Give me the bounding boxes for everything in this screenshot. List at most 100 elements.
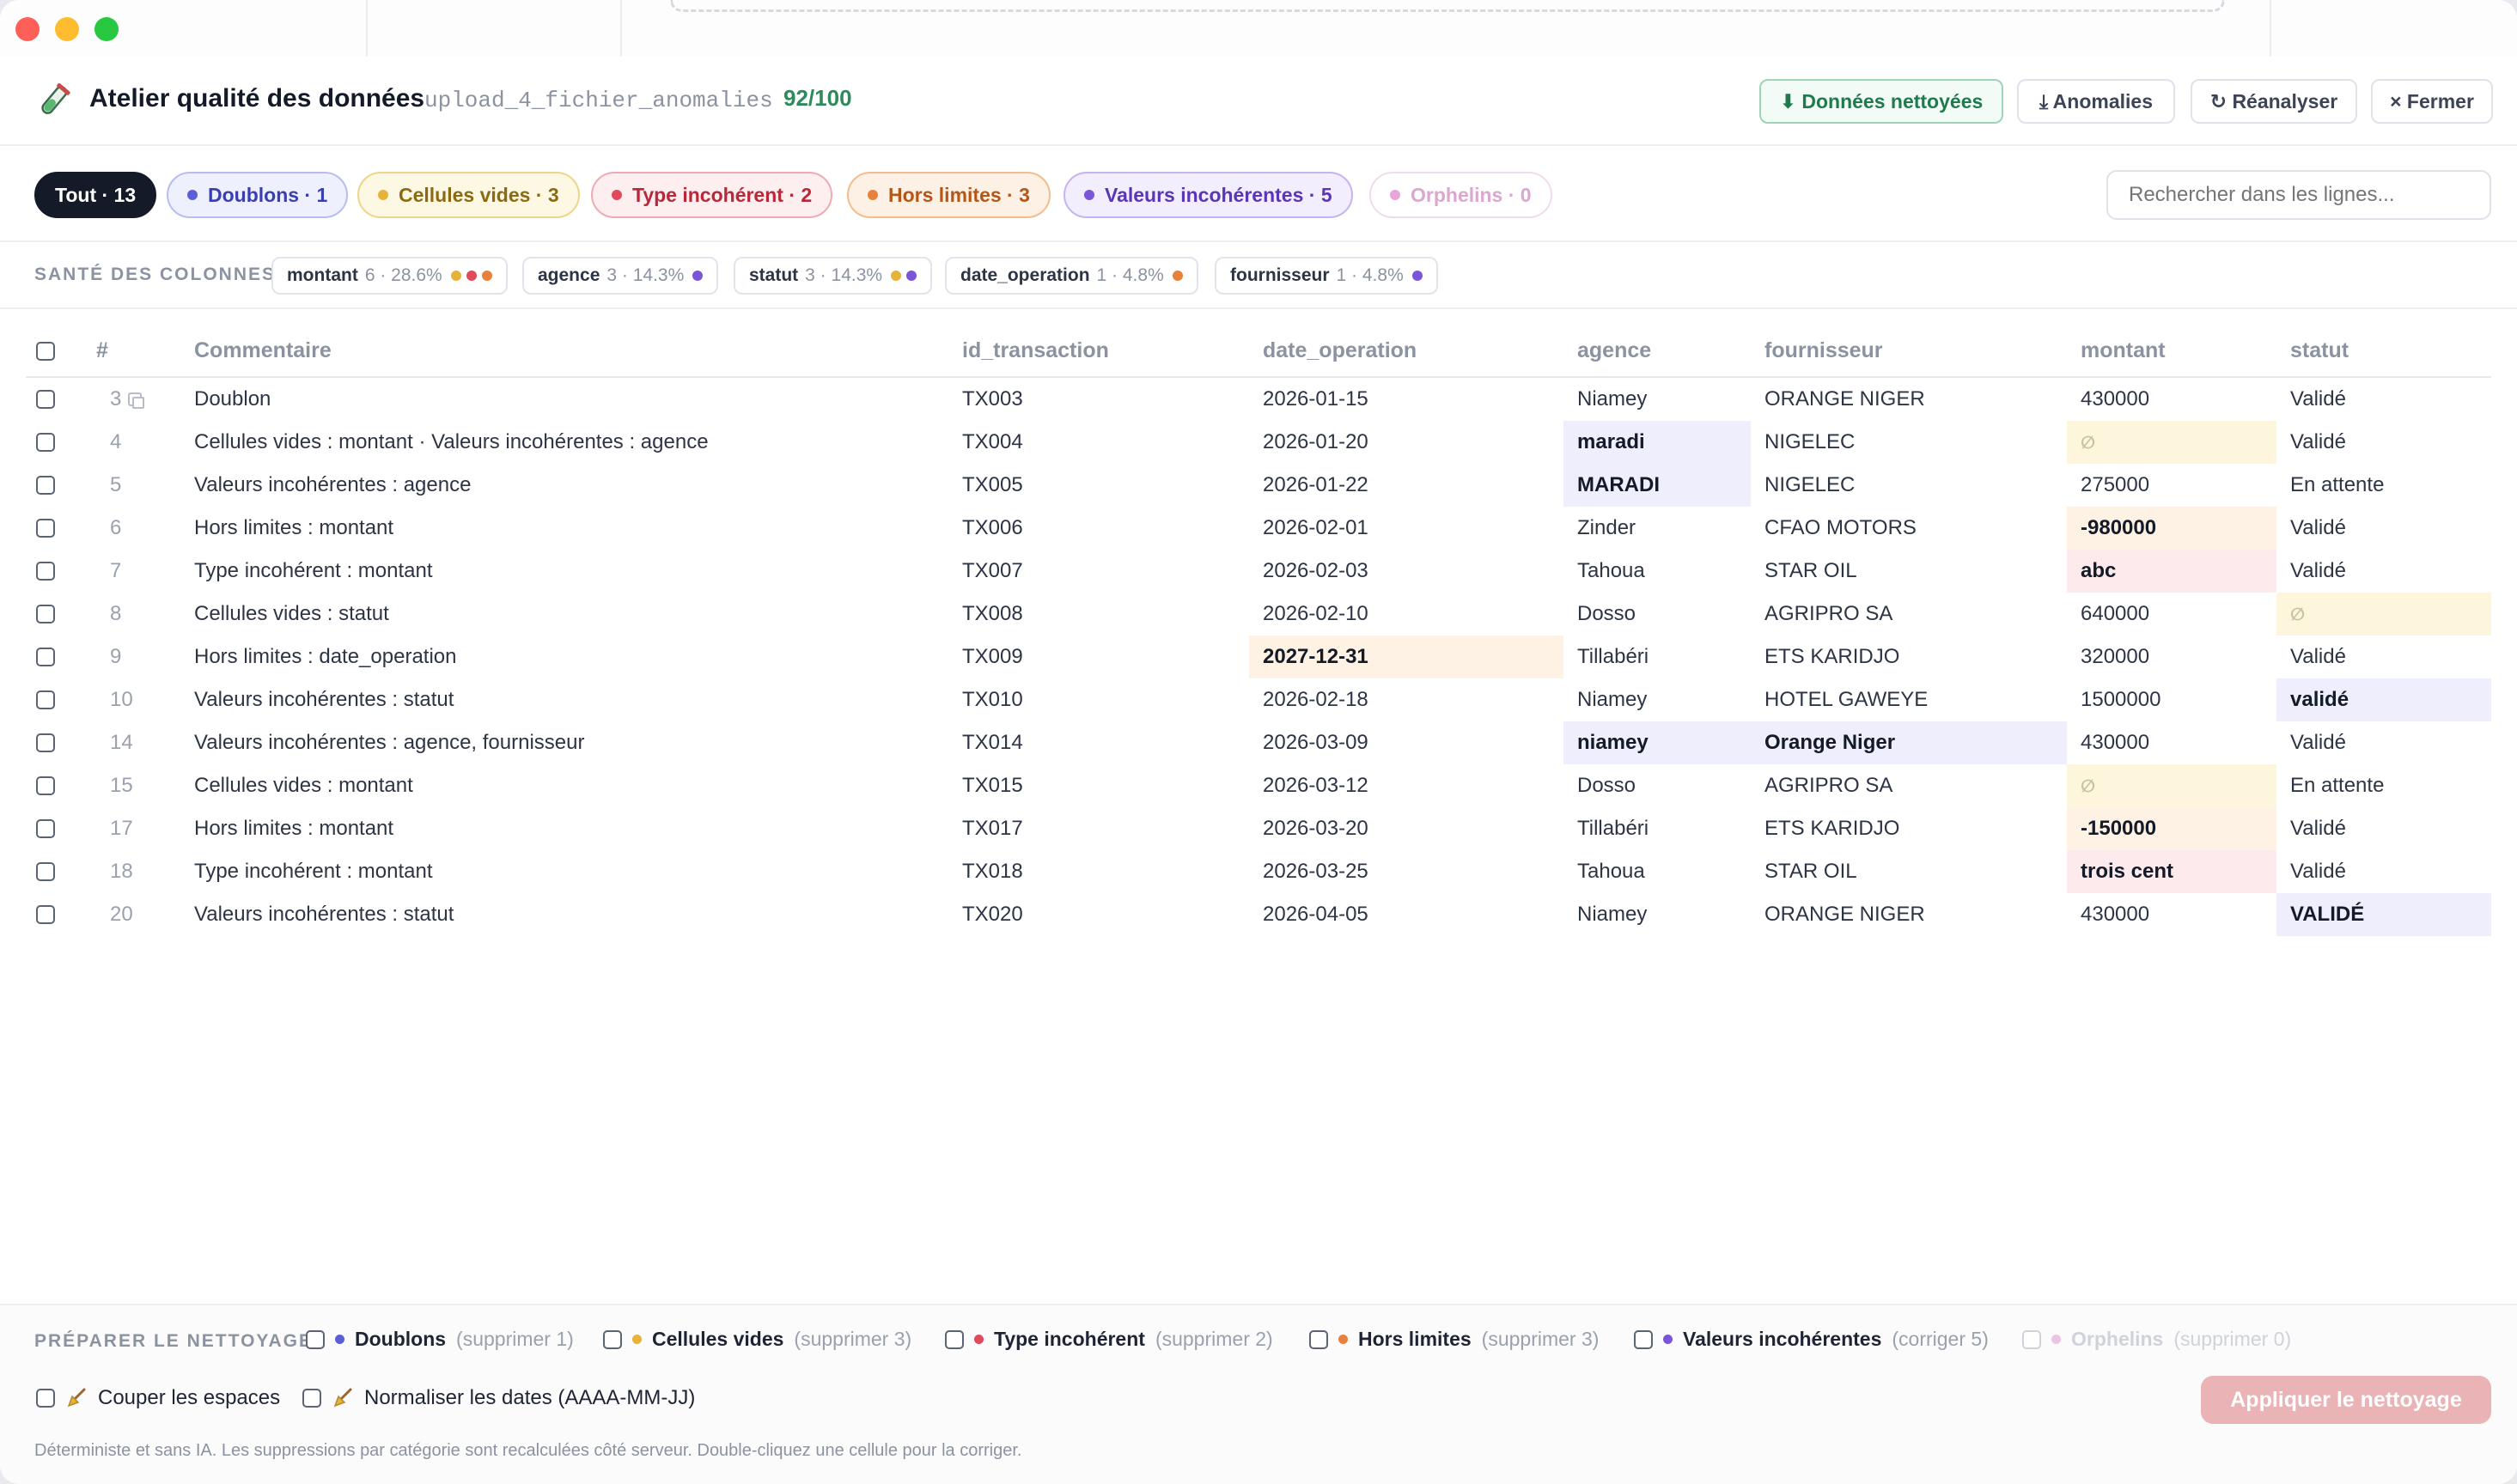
filter-chip-inconsistent[interactable]: Valeurs incohérentes · 5 (1063, 172, 1353, 218)
cell-statut[interactable]: validé (2276, 678, 2491, 721)
cell-statut[interactable]: En attente (2276, 764, 2491, 807)
cell-fournisseur[interactable]: Orange Niger (1751, 721, 2067, 764)
checkbox[interactable] (603, 1329, 622, 1349)
filter-chip-out-of-bounds[interactable]: Hors limites · 3 (847, 172, 1051, 218)
apply-cleanup-button[interactable]: Appliquer le nettoyage (2201, 1376, 2491, 1424)
row-checkbox[interactable] (36, 390, 55, 409)
cell-montant[interactable]: ∅ (2067, 764, 2276, 807)
cell-agence[interactable]: maradi (1563, 421, 1751, 464)
checkbox[interactable] (306, 1329, 325, 1349)
table-row[interactable]: 3 Doublon TX003 2026-01-15 Niamey ORANGE NIGE… (26, 378, 2491, 421)
cell-date-operation[interactable]: 2026-03-12 (1249, 764, 1563, 807)
table-row[interactable]: 5 Valeurs incohérentes : agence TX005 2026-… (26, 464, 2491, 507)
table-row[interactable]: 15 Cellules vides : montant TX015 2026-03-1… (26, 764, 2491, 807)
health-chip-statut[interactable]: statut 3 · 14.3% (734, 257, 933, 295)
close-window-button[interactable] (15, 17, 40, 41)
cell-date-operation[interactable]: 2026-04-05 (1249, 893, 1563, 936)
cell-date-operation[interactable]: 2026-01-20 (1249, 421, 1563, 464)
column-header-comment[interactable]: Commentaire (194, 338, 332, 363)
cell-fournisseur[interactable]: ETS KARIDJO (1751, 807, 2067, 850)
column-header-montant[interactable]: montant (2081, 338, 2166, 363)
cell-date-operation[interactable]: 2026-01-15 (1249, 378, 1563, 421)
row-checkbox[interactable] (36, 519, 55, 538)
cell-statut[interactable]: Validé (2276, 507, 2491, 550)
cell-montant[interactable]: abc (2067, 550, 2276, 593)
cell-montant[interactable]: 275000 (2067, 464, 2276, 507)
table-row[interactable]: 10 Valeurs incohérentes : statut TX010 2026… (26, 678, 2491, 721)
reanalyze-button[interactable]: ↻ Réanalyser (2191, 79, 2357, 124)
search-input[interactable] (2106, 170, 2491, 220)
cell-date-operation[interactable]: 2026-02-01 (1249, 507, 1563, 550)
cell-id-transaction[interactable]: TX020 (948, 893, 1023, 936)
table-row[interactable]: 6 Hors limites : montant TX006 2026-02-01 Zi… (26, 507, 2491, 550)
table-row[interactable]: 7 Type incohérent : montant TX007 2026-02-0… (26, 550, 2491, 593)
cell-fournisseur[interactable]: STAR OIL (1751, 850, 2067, 893)
cell-id-transaction[interactable]: TX006 (948, 507, 1023, 550)
cell-fournisseur[interactable]: ORANGE NIGER (1751, 893, 2067, 936)
health-chip-agence[interactable]: agence 3 · 14.3% (522, 257, 719, 295)
health-chip-montant[interactable]: montant 6 · 28.6% (271, 257, 508, 295)
checkbox[interactable] (36, 1389, 55, 1408)
cell-id-transaction[interactable]: TX017 (948, 807, 1023, 850)
cleanup-option-type[interactable]: Type incohérent (supprimer 2) (945, 1328, 1273, 1351)
table-row[interactable]: 20 Valeurs incohérentes : statut TX020 2026… (26, 893, 2491, 936)
filter-chip-orphans[interactable]: Orphelins · 0 (1369, 172, 1552, 218)
cell-date-operation[interactable]: 2026-02-18 (1249, 678, 1563, 721)
minimize-window-button[interactable] (55, 17, 79, 41)
cleanup-option-inconsistent[interactable]: Valeurs incohérentes (corriger 5) (1634, 1328, 1989, 1351)
select-all-checkbox[interactable] (36, 342, 55, 361)
cell-id-transaction[interactable]: TX007 (948, 550, 1023, 593)
column-header-fournisseur[interactable]: fournisseur (1764, 338, 1883, 363)
cell-montant[interactable]: -150000 (2067, 807, 2276, 850)
row-checkbox[interactable] (36, 776, 55, 795)
cleanup-option-out-of-bounds[interactable]: Hors limites (supprimer 3) (1309, 1328, 1599, 1351)
cell-id-transaction[interactable]: TX015 (948, 764, 1023, 807)
cell-statut[interactable]: VALIDÉ (2276, 893, 2491, 936)
trim-spaces-option[interactable]: Couper les espaces (36, 1386, 280, 1410)
checkbox[interactable] (945, 1329, 964, 1349)
download-cleaned-button[interactable]: ⬇ Données nettoyées (1759, 79, 2003, 124)
cell-agence[interactable]: Dosso (1563, 764, 1751, 807)
cell-montant[interactable]: 430000 (2067, 893, 2276, 936)
cell-agence[interactable]: MARADI (1563, 464, 1751, 507)
cell-montant[interactable]: 430000 (2067, 378, 2276, 421)
cell-montant[interactable]: 1500000 (2067, 678, 2276, 721)
cell-fournisseur[interactable]: HOTEL GAWEYE (1751, 678, 2067, 721)
cell-fournisseur[interactable]: AGRIPRO SA (1751, 593, 2067, 636)
cell-fournisseur[interactable]: NIGELEC (1751, 421, 2067, 464)
cell-montant[interactable]: ∅ (2067, 421, 2276, 464)
row-checkbox[interactable] (36, 605, 55, 623)
cell-id-transaction[interactable]: TX008 (948, 593, 1023, 636)
column-header-agence[interactable]: agence (1577, 338, 1651, 363)
column-header-id[interactable]: id_transaction (962, 338, 1109, 363)
row-checkbox[interactable] (36, 862, 55, 881)
cell-agence[interactable]: Niamey (1563, 378, 1751, 421)
cell-statut[interactable]: Validé (2276, 421, 2491, 464)
filter-chip-type[interactable]: Type incohérent · 2 (591, 172, 833, 218)
cell-date-operation[interactable]: 2026-02-10 (1249, 593, 1563, 636)
cell-montant[interactable]: -980000 (2067, 507, 2276, 550)
cell-fournisseur[interactable]: STAR OIL (1751, 550, 2067, 593)
cell-id-transaction[interactable]: TX009 (948, 636, 1023, 678)
filter-chip-all[interactable]: Tout · 13 (34, 172, 157, 218)
cell-agence[interactable]: Zinder (1563, 507, 1751, 550)
cell-statut[interactable]: Validé (2276, 636, 2491, 678)
cell-agence[interactable]: Tillabéri (1563, 807, 1751, 850)
cell-date-operation[interactable]: 2026-02-03 (1249, 550, 1563, 593)
checkbox[interactable] (1309, 1329, 1328, 1349)
download-anomalies-button[interactable]: ⤓ Anomalies (2017, 79, 2175, 124)
normalize-dates-option[interactable]: Normaliser les dates (AAAA-MM-JJ) (302, 1386, 695, 1410)
cell-date-operation[interactable]: 2026-01-22 (1249, 464, 1563, 507)
cleanup-option-duplicates[interactable]: Doublons (supprimer 1) (306, 1328, 574, 1351)
cell-fournisseur[interactable]: CFAO MOTORS (1751, 507, 2067, 550)
cell-statut[interactable]: ∅ (2276, 593, 2491, 636)
cell-date-operation[interactable]: 2026-03-25 (1249, 850, 1563, 893)
row-checkbox[interactable] (36, 433, 55, 452)
cell-statut[interactable]: Validé (2276, 378, 2491, 421)
cell-id-transaction[interactable]: TX018 (948, 850, 1023, 893)
row-checkbox[interactable] (36, 819, 55, 838)
cell-agence[interactable]: Niamey (1563, 678, 1751, 721)
table-row[interactable]: 18 Type incohérent : montant TX018 2026-03-… (26, 850, 2491, 893)
cell-statut[interactable]: Validé (2276, 721, 2491, 764)
column-header-date[interactable]: date_operation (1263, 338, 1417, 363)
